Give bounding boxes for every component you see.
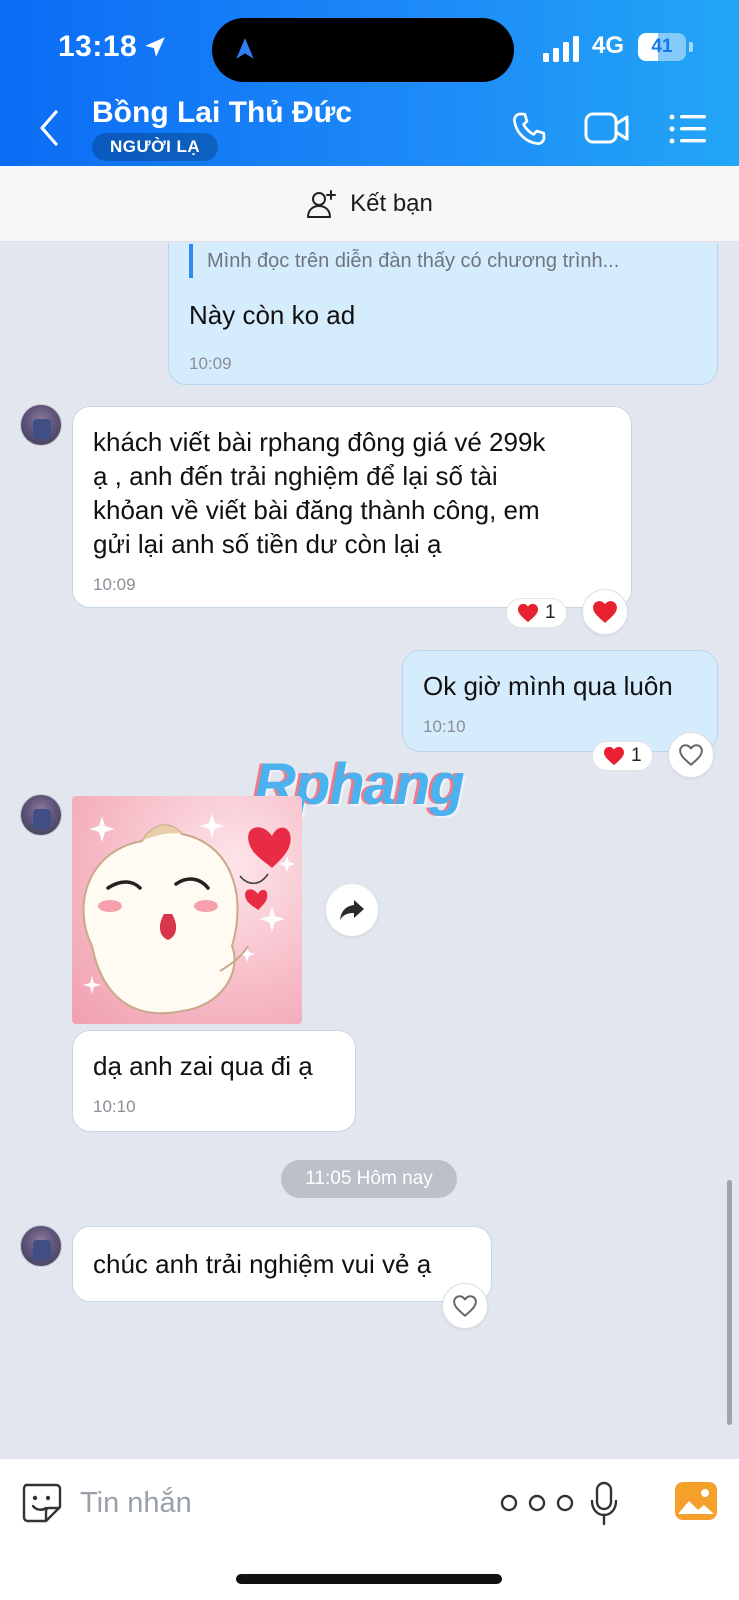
add-friend-label: Kết bạn [350, 189, 433, 217]
battery-icon: 41 [638, 33, 686, 61]
menu-list-icon[interactable] [668, 112, 708, 146]
add-friend-icon [307, 189, 337, 218]
heart-outline-icon [679, 744, 703, 766]
message-line: gửi lại anh số tiền dư còn lại ạ [93, 529, 442, 559]
network-type: 4G [592, 32, 625, 59]
avatar[interactable] [20, 404, 62, 446]
date-divider: 11:05 Hôm nay [281, 1160, 457, 1198]
microphone-icon[interactable] [589, 1481, 619, 1527]
reaction-count: 1 [631, 745, 642, 766]
share-arrow-icon [340, 900, 364, 920]
message-line: khách viết bài rphang đông giá vé 299k [93, 427, 546, 457]
avatar[interactable] [20, 1225, 62, 1267]
home-indicator[interactable] [236, 1574, 502, 1584]
heart-icon [593, 601, 617, 623]
status-time: 13:18 [58, 30, 138, 63]
back-arrow-icon[interactable] [34, 108, 64, 148]
avatar[interactable] [20, 794, 62, 836]
heart-icon [518, 603, 538, 623]
reaction-count: 1 [545, 602, 556, 623]
message-text: dạ anh zai qua đi ạ [93, 1051, 313, 1081]
reaction-summary[interactable]: 1 [506, 598, 567, 628]
message-time: 10:10 [93, 1097, 136, 1116]
message-bubble-incoming[interactable]: dạ anh zai qua đi ạ 10:10 [72, 1030, 356, 1132]
sticker-character-icon [82, 814, 295, 1015]
chat-header: 13:18 4G 41 Bồng Lai Thủ Đức NGƯỜI LẠ [0, 0, 739, 166]
message-time: 10:09 [189, 354, 232, 373]
video-call-icon[interactable] [584, 110, 630, 146]
battery-cap [689, 42, 693, 52]
add-friend-bar[interactable]: Kết bạn [0, 166, 739, 242]
heart-outline-icon [453, 1295, 477, 1317]
message-text: Này còn ko ad [189, 300, 356, 330]
message-time: 10:10 [423, 717, 466, 736]
more-options-icon[interactable] [499, 1493, 575, 1513]
chat-area[interactable]: Mình đọc trên diễn đàn thấy có chương tr… [0, 243, 739, 1458]
message-time: 10:09 [93, 575, 136, 594]
reaction-button[interactable] [668, 732, 714, 778]
navigation-icon [236, 38, 254, 59]
share-button[interactable] [326, 884, 378, 936]
heart-icon [604, 746, 624, 766]
sticker-image[interactable] [72, 796, 302, 1024]
message-bubble-outgoing[interactable]: Ok giờ mình qua luôn 10:10 [402, 650, 718, 752]
reaction-button[interactable] [582, 589, 628, 635]
message-text: chúc anh trải nghiệm vui vẻ ạ [93, 1249, 432, 1279]
battery-level: 41 [651, 36, 673, 57]
phone-call-icon[interactable] [510, 110, 548, 148]
message-bubble-outgoing[interactable]: Mình đọc trên diễn đàn thấy có chương tr… [168, 243, 718, 385]
contact-name[interactable]: Bồng Lai Thủ Đức [92, 96, 352, 130]
scrollbar[interactable] [727, 1180, 732, 1425]
stranger-badge: NGƯỜI LẠ [92, 133, 219, 161]
location-arrow-icon [145, 37, 165, 57]
message-text: Ok giờ mình qua luôn [423, 671, 673, 701]
image-gallery-icon[interactable] [674, 1481, 718, 1521]
reaction-button[interactable] [442, 1283, 488, 1329]
message-input[interactable] [80, 1477, 470, 1529]
quoted-message[interactable]: Mình đọc trên diễn đàn thấy có chương tr… [189, 244, 689, 278]
message-line: ạ , anh đến trải nghiệm để lại số tài [93, 461, 498, 491]
reaction-summary[interactable]: 1 [592, 741, 653, 771]
signal-icon [543, 36, 579, 62]
sticker-emoji-icon[interactable] [20, 1481, 62, 1523]
message-line: khỏan về viết bài đăng thành công, em [93, 495, 540, 525]
message-bubble-incoming[interactable]: khách viết bài rphang đông giá vé 299k ạ… [72, 406, 632, 608]
message-bubble-incoming[interactable]: chúc anh trải nghiệm vui vẻ ạ [72, 1226, 492, 1302]
